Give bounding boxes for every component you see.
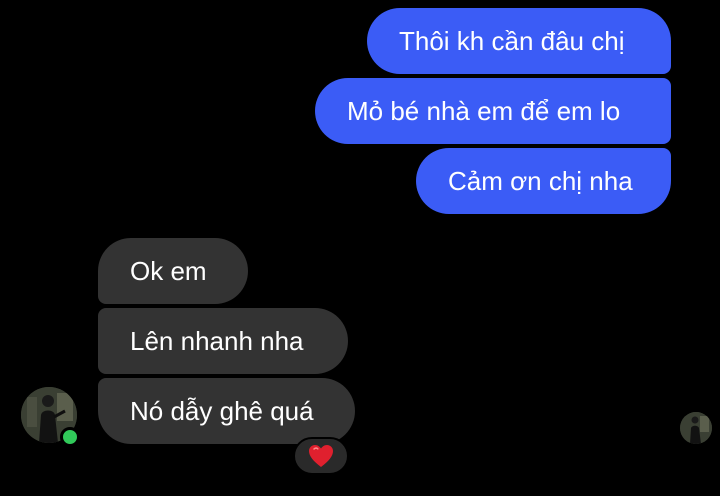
person-photo-icon [680, 412, 712, 444]
sent-message-3[interactable]: Cảm ơn chị nha [416, 148, 671, 214]
reaction-badge[interactable] [293, 437, 349, 475]
message-text: Cảm ơn chị nha [448, 166, 633, 196]
received-message-1[interactable]: Ok em [98, 238, 248, 304]
message-text: Mỏ bé nhà em để em lo [347, 96, 621, 126]
sent-message-1[interactable]: Thôi kh cần đâu chị [367, 8, 671, 74]
sent-message-2[interactable]: Mỏ bé nhà em để em lo [315, 78, 671, 144]
online-status-dot [60, 427, 80, 447]
message-text: Nó dẫy ghê quá [130, 396, 314, 426]
message-text: Thôi kh cần đâu chị [399, 26, 625, 56]
seen-by-avatar [680, 412, 712, 444]
message-text: Lên nhanh nha [130, 326, 304, 356]
message-text: Ok em [130, 256, 207, 286]
received-message-3[interactable]: Nó dẫy ghê quá [98, 378, 355, 444]
heart-icon [309, 445, 333, 467]
received-message-2[interactable]: Lên nhanh nha [98, 308, 348, 374]
